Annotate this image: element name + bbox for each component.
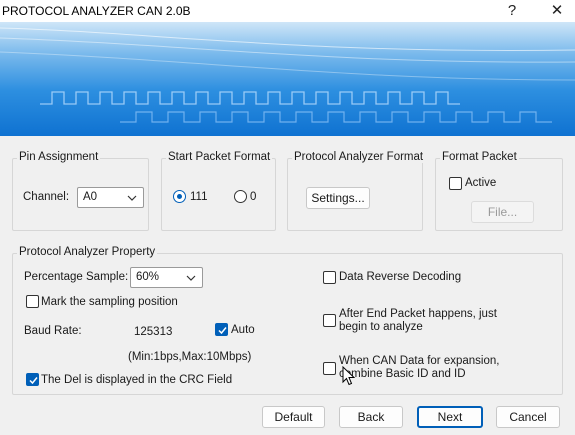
close-button[interactable]: ✕ [537, 0, 575, 22]
checkmark-icon [218, 327, 227, 335]
start-111-label: 111 [190, 191, 208, 203]
protocol-analyzer-property-group: Protocol Analyzer Property Percentage Sa… [12, 246, 563, 395]
property-title: Protocol Analyzer Property [17, 246, 158, 258]
protocol-analyzer-format-group: Protocol Analyzer Format Settings... [287, 151, 426, 231]
help-button[interactable]: ? [492, 0, 532, 22]
default-button[interactable]: Default [262, 406, 325, 428]
baud-range-text: (Min:1bps,Max:10Mbps) [128, 351, 252, 363]
del-crc-label: The Del is displayed in the CRC Field [41, 374, 233, 386]
mark-sampling-label: Mark the sampling position [41, 296, 178, 308]
back-button[interactable]: Back [339, 406, 403, 428]
percentage-sample-value: 60% [136, 271, 160, 283]
channel-value: A0 [83, 191, 98, 203]
data-reverse-checkbox[interactable] [323, 271, 336, 284]
pin-assignment-title: Pin Assignment [17, 151, 101, 163]
start-0-label: 0 [250, 191, 257, 203]
auto-checkbox[interactable] [215, 323, 228, 336]
header-banner [0, 22, 575, 136]
channel-label: Channel: [23, 191, 70, 203]
mark-sampling-checkbox[interactable] [26, 295, 39, 308]
after-end-packet-checkbox[interactable] [323, 314, 336, 327]
format-packet-group: Format Packet Active File... [435, 151, 563, 231]
settings-button[interactable]: Settings... [306, 187, 370, 209]
signal-waveform-graphic [0, 27, 575, 123]
checkmark-icon [29, 377, 38, 385]
percentage-sample-label: Percentage Sample: [24, 271, 129, 283]
start-0-radio[interactable] [234, 190, 247, 203]
baud-rate-label: Baud Rate: [24, 325, 82, 337]
start-packet-format-title: Start Packet Format [166, 151, 273, 163]
after-end-packet-label-line1: After End Packet happens, just [339, 308, 497, 320]
after-end-packet-label-line2: begin to analyze [339, 321, 423, 333]
start-packet-format-group: Start Packet Format 111 0 [161, 151, 276, 231]
channel-select[interactable]: A0 [77, 187, 144, 208]
format-packet-title: Format Packet [440, 151, 519, 163]
auto-label: Auto [231, 324, 255, 336]
chevron-down-icon [186, 275, 196, 281]
can-expansion-checkbox[interactable] [323, 362, 336, 375]
percentage-sample-select[interactable]: 60% [130, 267, 203, 288]
title-bar: PROTOCOL ANALYZER CAN 2.0B ? ✕ [0, 0, 575, 22]
pin-assignment-group: Pin Assignment Channel: A0 [12, 151, 149, 231]
active-label: Active [465, 177, 497, 189]
file-button[interactable]: File... [471, 201, 534, 223]
start-111-radio[interactable] [173, 190, 186, 203]
can-expansion-label-line1: When CAN Data for expansion, [339, 355, 500, 367]
active-checkbox[interactable] [449, 177, 462, 190]
del-crc-checkbox[interactable] [26, 373, 39, 386]
protocol-analyzer-format-title: Protocol Analyzer Format [292, 151, 426, 163]
can-expansion-label-line2: combine Basic ID and ID [339, 368, 466, 380]
cancel-button[interactable]: Cancel [496, 406, 560, 428]
mouse-cursor-icon [342, 366, 356, 386]
baud-rate-value: 125313 [134, 326, 173, 338]
window-title: PROTOCOL ANALYZER CAN 2.0B [2, 4, 191, 18]
data-reverse-label: Data Reverse Decoding [339, 271, 462, 283]
next-button[interactable]: Next [417, 406, 483, 428]
chevron-down-icon [127, 195, 137, 201]
